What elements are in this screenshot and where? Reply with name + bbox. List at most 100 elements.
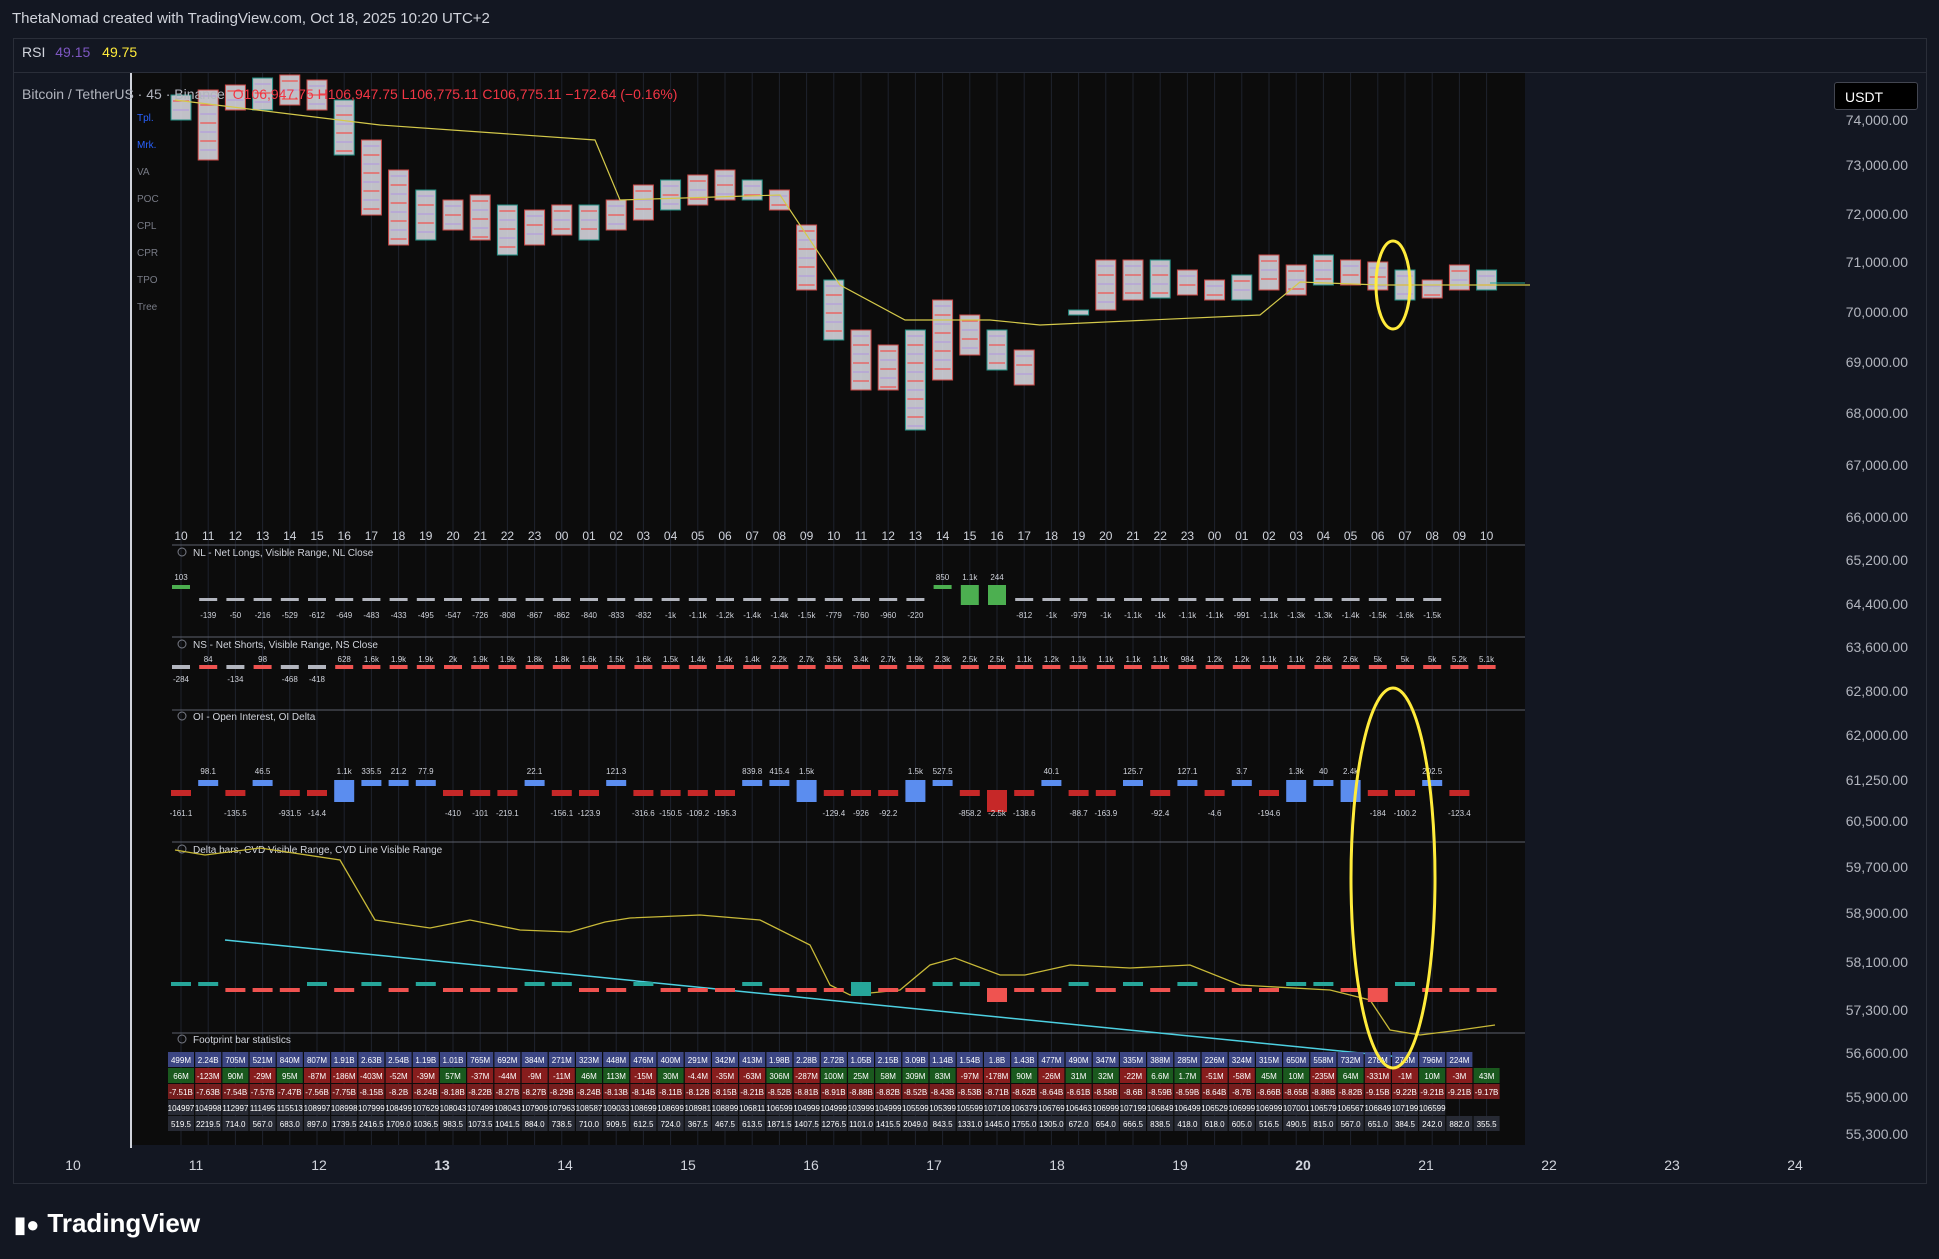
- hour-axis-label: 13: [256, 529, 270, 543]
- nl-value-label: -1.1k: [1260, 611, 1279, 620]
- footprint-value: -37M: [471, 1072, 490, 1081]
- nl-value-label: -216: [255, 611, 272, 620]
- footprint-value: -29M: [253, 1072, 272, 1081]
- price-axis-label: 73,000.00: [1846, 157, 1908, 173]
- delta-bar: [470, 988, 491, 992]
- footprint-value: 106769: [1038, 1104, 1065, 1113]
- footprint-value: 112997: [222, 1104, 249, 1113]
- ns-bar: [1477, 665, 1496, 669]
- footprint-value: -7.57B: [251, 1088, 275, 1097]
- ns-bar: [471, 665, 490, 669]
- ns-value-label: 1.4k: [690, 655, 706, 664]
- hour-axis-label: 21: [1126, 529, 1140, 543]
- footprint-value: 335M: [1123, 1056, 1143, 1065]
- date-axis-label: 16: [803, 1157, 819, 1173]
- oi-bar: [633, 790, 654, 796]
- hour-axis-label: 09: [1453, 529, 1467, 543]
- delta-bar: [905, 988, 926, 992]
- footprint-value: -8.13B: [604, 1088, 628, 1097]
- footprint-value: 567.0: [253, 1120, 274, 1129]
- footprint-value: -8.6B: [1123, 1088, 1142, 1097]
- ns-bar: [688, 665, 707, 669]
- footprint-value: 519.5: [171, 1120, 192, 1129]
- chart-canvas[interactable]: Tpl. Mrk. VA POC CPL CPR TPO Tree 74,000.00 73,00…: [0, 0, 1939, 1259]
- nl-bar: [743, 598, 762, 601]
- footprint-value: 705M: [225, 1056, 245, 1065]
- oi-value-label: -101: [472, 809, 489, 818]
- delta-bar: [932, 982, 953, 986]
- ns-value-label: 1.6k: [364, 655, 380, 664]
- footprint-value: 108499: [385, 1104, 412, 1113]
- footprint-value: 1739.5: [332, 1120, 357, 1129]
- nl-bar: [1232, 598, 1251, 601]
- footprint-pane-title: Footprint bar statistics: [193, 1035, 291, 1046]
- delta-bar: [1204, 988, 1225, 992]
- candle-body: [1204, 279, 1226, 301]
- delta-bar: [987, 988, 1007, 1002]
- nl-bar: [716, 598, 734, 601]
- date-axis-label: 24: [1787, 1157, 1803, 1173]
- oi-value-label: 1.3k: [1289, 767, 1305, 776]
- delta-bar: [279, 988, 300, 992]
- nl-value-label: -1.1k: [1124, 611, 1143, 620]
- footprint-value: 107199: [1392, 1104, 1419, 1113]
- footprint-value: 413M: [742, 1056, 762, 1065]
- footprint-value: 108043: [494, 1104, 521, 1113]
- footprint-value: 291M: [688, 1056, 708, 1065]
- nl-bar: [444, 598, 462, 601]
- footprint-value: 315M: [1259, 1056, 1279, 1065]
- ns-value-label: 2.7k: [881, 655, 897, 664]
- oi-bar: [878, 790, 899, 796]
- footprint-value: 108899: [712, 1104, 739, 1113]
- footprint-value: 1.91B: [334, 1056, 355, 1065]
- oi-value-label: -163.9: [1094, 809, 1117, 818]
- nl-bar: [1287, 598, 1306, 601]
- oi-bar: [851, 790, 871, 796]
- candle-body: [632, 184, 654, 221]
- ns-value-label: -134: [227, 675, 244, 684]
- oi-bar: [769, 780, 790, 786]
- oi-bar: [524, 780, 545, 786]
- oi-value-label: -316.6: [632, 809, 655, 818]
- footprint-value: 43M: [1479, 1072, 1495, 1081]
- oi-bar: [470, 790, 491, 796]
- candle-body: [578, 204, 600, 241]
- delta-bar: [1449, 988, 1470, 992]
- symbol-legend[interactable]: Bitcoin / TetherUS · 45 · Binance O106,9…: [22, 86, 677, 102]
- footprint-value: 108981: [684, 1104, 711, 1113]
- oi-bar: [742, 780, 763, 786]
- footprint-value: 1.01B: [443, 1056, 464, 1065]
- hour-axis-label: 13: [909, 529, 923, 543]
- delta-bar: [334, 988, 355, 992]
- nl-bar: [1178, 598, 1197, 601]
- currency-button[interactable]: USDT: [1834, 82, 1918, 110]
- footprint-value: 106463: [1065, 1104, 1092, 1113]
- footprint-value: -403M: [360, 1072, 383, 1081]
- footprint-value: 1871.5: [767, 1120, 792, 1129]
- footprint-value: 10M: [1424, 1072, 1440, 1081]
- oi-bar: [687, 790, 708, 796]
- ns-bar: [607, 665, 626, 669]
- oi-value-label: -194.6: [1258, 809, 1281, 818]
- nl-value-label: -808: [499, 611, 516, 620]
- footprint-value: 106999: [1092, 1104, 1119, 1113]
- oi-bar: [1150, 790, 1171, 796]
- ns-bar: [1124, 665, 1142, 669]
- ns-bar: [1450, 665, 1469, 669]
- footprint-value: -178M: [986, 1072, 1009, 1081]
- nl-value-label: -991: [1234, 611, 1251, 620]
- oi-bar: [198, 780, 219, 786]
- footprint-value: -4.4M: [688, 1072, 709, 1081]
- price-axis-label: 68,000.00: [1846, 405, 1908, 421]
- hour-axis-label: 01: [1235, 529, 1249, 543]
- footprint-value: 105599: [956, 1104, 983, 1113]
- delta-bar: [1313, 982, 1334, 986]
- delta-bar: [1422, 988, 1443, 992]
- nl-value-label: -1.6k: [1396, 611, 1415, 620]
- footprint-value: 467.5: [715, 1120, 736, 1129]
- candle-body: [1176, 269, 1198, 296]
- footprint-value: -8.7B: [1232, 1088, 1251, 1097]
- nl-value-label: -1.3k: [1287, 611, 1306, 620]
- ns-bar: [1205, 665, 1224, 669]
- price-axis-label: 65,200.00: [1846, 552, 1908, 568]
